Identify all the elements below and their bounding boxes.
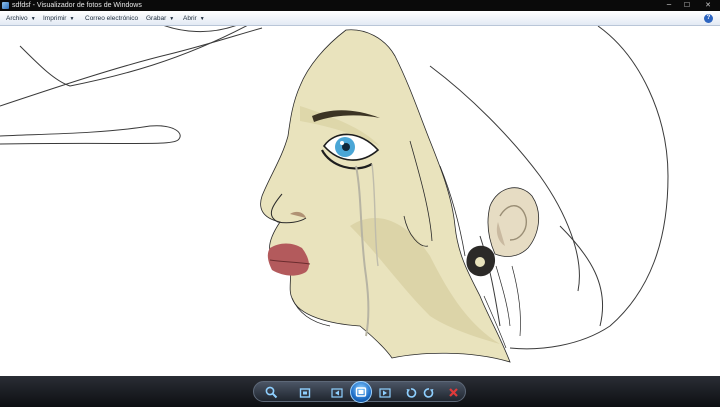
menu-archivo-label: Archivo <box>6 15 28 22</box>
zoom-icon[interactable] <box>264 386 278 399</box>
delete-icon[interactable] <box>446 386 460 399</box>
menu-archivo[interactable]: Archivo ▼ <box>6 11 36 26</box>
slideshow-icon[interactable] <box>350 381 372 403</box>
window-title: sdfdsf - Visualizador de fotos de Window… <box>12 2 142 9</box>
menu-grabar[interactable]: Grabar ▼ <box>146 11 174 26</box>
rotate-left-icon[interactable] <box>404 386 418 399</box>
fit-window-icon[interactable] <box>298 386 312 399</box>
close-button[interactable]: ✕ <box>696 0 720 11</box>
chevron-down-icon: ▼ <box>69 16 75 22</box>
menu-correo-label: Correo electrónico <box>85 15 139 22</box>
menu-grabar-label: Grabar <box>146 15 167 22</box>
face-shape <box>260 29 511 363</box>
ear-shape <box>487 187 540 257</box>
menu-imprimir-label: Imprimir <box>43 15 67 22</box>
playback-controls <box>253 381 466 403</box>
displayed-photo <box>0 26 669 363</box>
help-button[interactable]: ? <box>704 14 713 23</box>
chevron-down-icon: ▼ <box>30 16 36 22</box>
window-controls: ─ ☐ ✕ <box>660 0 720 11</box>
bottom-toolbar <box>0 376 720 407</box>
rotate-right-icon[interactable] <box>422 386 436 399</box>
next-icon[interactable] <box>378 386 392 399</box>
menu-imprimir[interactable]: Imprimir ▼ <box>43 11 74 26</box>
chevron-down-icon: ▼ <box>199 16 205 22</box>
chevron-down-icon: ▼ <box>169 16 175 22</box>
menu-abrir[interactable]: Abrir ▼ <box>183 11 205 26</box>
title-bar: sdfdsf - Visualizador de fotos de Window… <box>0 0 720 11</box>
maximize-button[interactable]: ☐ <box>678 0 696 11</box>
menu-abrir-label: Abrir <box>183 15 197 22</box>
menu-correo-electronico[interactable]: Correo electrónico <box>85 11 138 26</box>
image-canvas <box>0 26 720 376</box>
photo-viewer-app-icon <box>2 2 9 9</box>
previous-icon[interactable] <box>330 386 344 399</box>
minimize-button[interactable]: ─ <box>660 0 678 11</box>
menu-bar: Archivo ▼ Imprimir ▼ Correo electrónico Gr… <box>0 11 720 26</box>
